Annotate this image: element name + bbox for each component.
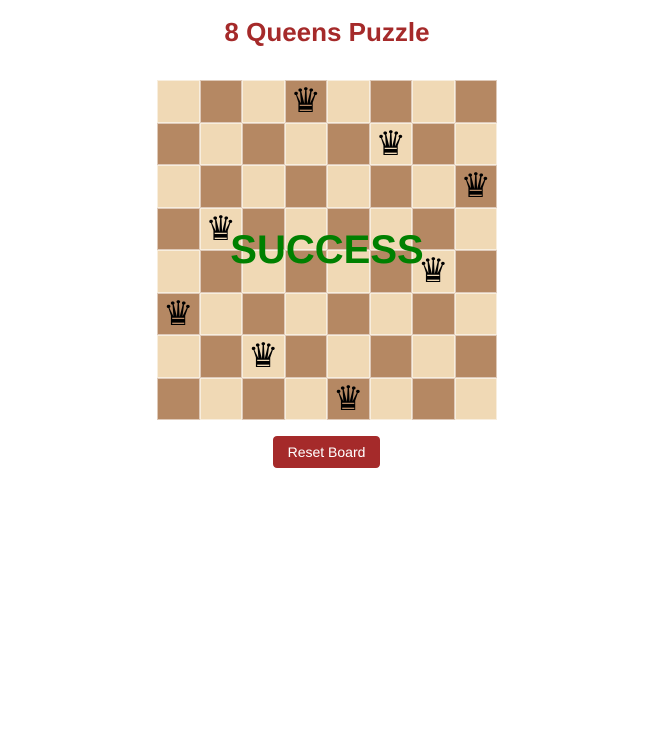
board-square-3-0[interactable]	[157, 207, 200, 250]
board-square-3-2[interactable]	[242, 207, 285, 250]
board-square-0-3[interactable]: ♛	[284, 80, 327, 123]
chessboard: ♛ ♛ ♛ ♛ ♛ ♛ ♛ ♛	[157, 80, 497, 420]
board-square-4-2[interactable]	[242, 250, 285, 293]
board-square-5-7[interactable]	[454, 292, 497, 335]
board-square-2-1[interactable]	[199, 165, 242, 208]
board-square-7-4[interactable]: ♛	[327, 377, 370, 420]
board-square-1-4[interactable]	[327, 122, 370, 165]
board-square-1-2[interactable]	[242, 122, 285, 165]
queen-icon: ♛	[375, 123, 406, 164]
board-square-1-7[interactable]	[454, 122, 497, 165]
board-square-7-1[interactable]	[199, 377, 242, 420]
board-square-4-3[interactable]	[284, 250, 327, 293]
board-square-2-7[interactable]: ♛	[454, 165, 497, 208]
queen-icon: ♛	[248, 336, 279, 377]
board-square-1-6[interactable]	[412, 122, 455, 165]
queen-icon: ♛	[163, 293, 194, 334]
board-square-5-1[interactable]	[199, 292, 242, 335]
board-square-6-0[interactable]	[157, 335, 200, 378]
board-square-3-4[interactable]	[327, 207, 370, 250]
board-square-3-3[interactable]	[284, 207, 327, 250]
board-square-0-5[interactable]	[369, 80, 412, 123]
board-square-3-6[interactable]	[412, 207, 455, 250]
board-square-2-5[interactable]	[369, 165, 412, 208]
board-square-6-3[interactable]	[284, 335, 327, 378]
board-square-1-0[interactable]	[157, 122, 200, 165]
reset-board-button[interactable]: Reset Board	[273, 436, 380, 468]
queen-icon: ♛	[333, 378, 364, 419]
board-square-4-1[interactable]	[199, 250, 242, 293]
board-square-2-0[interactable]	[157, 165, 200, 208]
board-square-5-4[interactable]	[327, 292, 370, 335]
board-square-5-0[interactable]: ♛	[157, 292, 200, 335]
board-square-0-7[interactable]	[454, 80, 497, 123]
board-square-0-6[interactable]	[412, 80, 455, 123]
board-square-6-2[interactable]: ♛	[242, 335, 285, 378]
board-square-2-3[interactable]	[284, 165, 327, 208]
board-square-5-5[interactable]	[369, 292, 412, 335]
board-square-7-7[interactable]	[454, 377, 497, 420]
board-square-5-6[interactable]	[412, 292, 455, 335]
page-title: 8 Queens Puzzle	[224, 17, 430, 47]
board-square-4-5[interactable]	[369, 250, 412, 293]
board-square-1-3[interactable]	[284, 122, 327, 165]
board-square-6-1[interactable]	[199, 335, 242, 378]
board-square-0-0[interactable]	[157, 80, 200, 123]
board-square-2-4[interactable]	[327, 165, 370, 208]
board-square-4-6[interactable]: ♛	[412, 250, 455, 293]
board-square-0-2[interactable]	[242, 80, 285, 123]
board-square-7-3[interactable]	[284, 377, 327, 420]
board-square-7-5[interactable]	[369, 377, 412, 420]
board-square-4-7[interactable]	[454, 250, 497, 293]
board-square-7-2[interactable]	[242, 377, 285, 420]
board-square-0-4[interactable]	[327, 80, 370, 123]
board-square-5-3[interactable]	[284, 292, 327, 335]
board-square-2-2[interactable]	[242, 165, 285, 208]
board-square-6-4[interactable]	[327, 335, 370, 378]
queen-icon: ♛	[205, 208, 236, 249]
board-square-4-4[interactable]	[327, 250, 370, 293]
queen-icon: ♛	[418, 251, 449, 292]
board-square-0-1[interactable]	[199, 80, 242, 123]
queen-icon: ♛	[290, 81, 321, 122]
board-square-3-5[interactable]	[369, 207, 412, 250]
board-square-3-1[interactable]: ♛	[199, 207, 242, 250]
board-square-2-6[interactable]	[412, 165, 455, 208]
board-square-6-6[interactable]	[412, 335, 455, 378]
board-square-1-5[interactable]: ♛	[369, 122, 412, 165]
board-square-7-6[interactable]	[412, 377, 455, 420]
board-square-7-0[interactable]	[157, 377, 200, 420]
board-square-3-7[interactable]	[454, 207, 497, 250]
board-square-6-5[interactable]	[369, 335, 412, 378]
board-square-1-1[interactable]	[199, 122, 242, 165]
board-square-6-7[interactable]	[454, 335, 497, 378]
board-square-5-2[interactable]	[242, 292, 285, 335]
queen-icon: ♛	[460, 166, 491, 207]
board-square-4-0[interactable]	[157, 250, 200, 293]
